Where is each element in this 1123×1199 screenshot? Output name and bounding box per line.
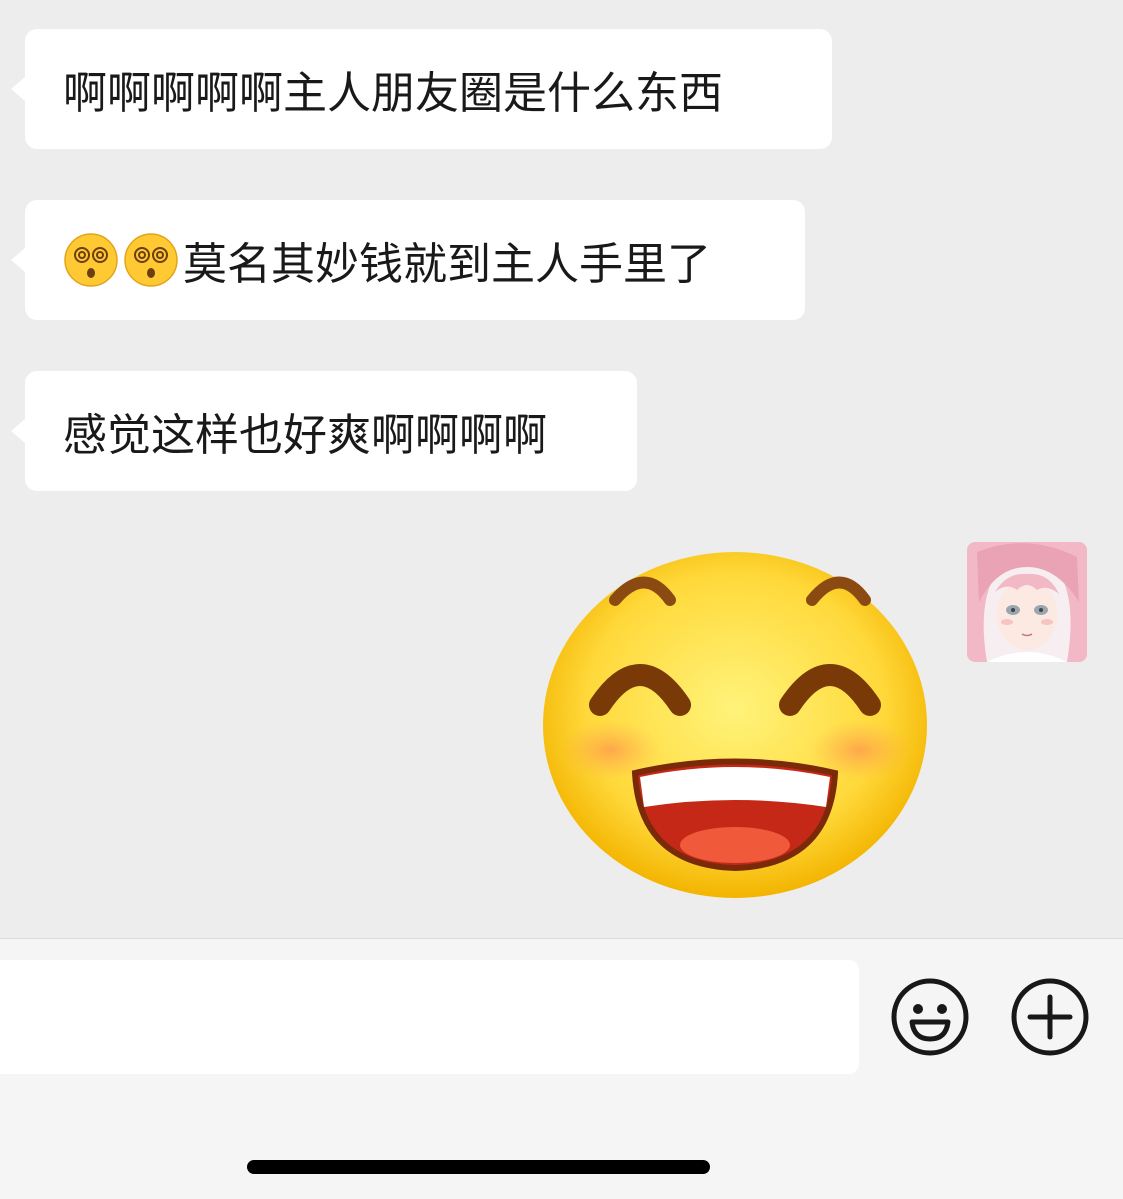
message-text: 啊啊啊啊啊主人朋友圈是什么东西 <box>63 68 723 119</box>
message-bubble-incoming[interactable]: 莫名其妙钱就到主人手里了 <box>11 200 805 320</box>
plus-circle-icon[interactable] <box>1010 977 1090 1057</box>
chat-area: 啊啊啊啊啊主人朋友圈是什么东西 莫名其妙钱就到主人手里了 感觉这样也好爽啊啊啊啊 <box>0 0 1123 938</box>
grinning-face-sticker-icon[interactable] <box>540 545 930 900</box>
home-indicator <box>247 1160 710 1174</box>
message-bubble-incoming[interactable]: 啊啊啊啊啊主人朋友圈是什么东西 <box>11 29 832 149</box>
message-bubble-incoming[interactable]: 感觉这样也好爽啊啊啊啊 <box>11 371 637 491</box>
message-text: 莫名其妙钱就到主人手里了 <box>183 239 711 290</box>
message-input[interactable] <box>0 960 859 1074</box>
message-text: 感觉这样也好爽啊啊啊啊 <box>63 410 547 461</box>
smiley-icon[interactable] <box>890 977 970 1057</box>
dizzy-face-emoji-icon <box>63 232 119 288</box>
avatar[interactable] <box>967 542 1087 662</box>
dizzy-face-emoji-icon <box>123 232 179 288</box>
